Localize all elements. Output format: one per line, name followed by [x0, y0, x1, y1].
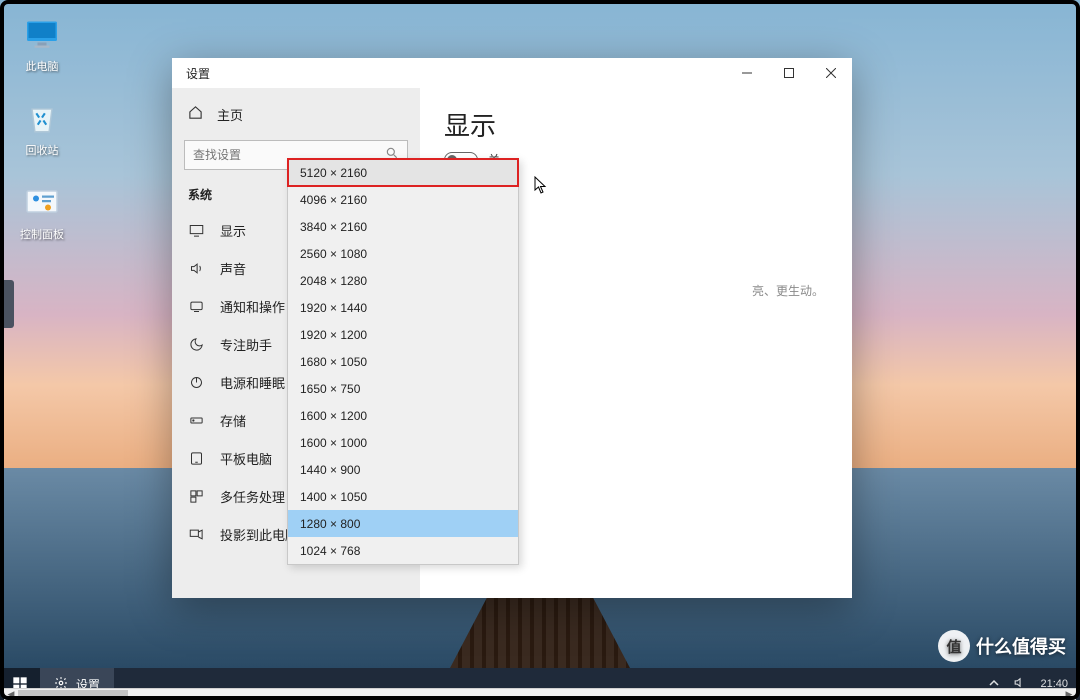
resolution-option[interactable]: 1440 × 900 [288, 456, 518, 483]
sound-icon [188, 261, 204, 276]
resolution-option[interactable]: 1680 × 1050 [288, 348, 518, 375]
page-heading: 显示 [444, 106, 828, 143]
sidebar-item-label: 专注助手 [220, 335, 272, 354]
project-icon [188, 527, 204, 542]
desktop-icon-label: 控制面板 [20, 226, 64, 242]
window-title: 设置 [172, 65, 210, 82]
display-icon [188, 223, 204, 238]
watermark: 值 什么值得买 [938, 630, 1066, 662]
desktop-icon-label: 此电脑 [26, 58, 59, 74]
home-link[interactable]: 主页 [172, 94, 420, 134]
home-label: 主页 [217, 105, 243, 124]
resolution-option[interactable]: 1400 × 1050 [288, 483, 518, 510]
resolution-option[interactable]: 1920 × 1440 [288, 294, 518, 321]
watermark-text: 什么值得买 [976, 633, 1066, 659]
desktop-icon-label: 回收站 [26, 142, 59, 158]
resolution-option[interactable]: 2560 × 1080 [288, 240, 518, 267]
scroll-right-arrow[interactable]: ▶ [1062, 689, 1076, 700]
side-tab-grip[interactable] [0, 280, 14, 328]
desktop-icon-this-pc[interactable]: 此电脑 [10, 10, 74, 80]
window-titlebar[interactable]: 设置 [172, 58, 852, 88]
watermark-badge: 值 [938, 630, 970, 662]
monitor-icon [23, 16, 61, 54]
multitask-icon [188, 489, 204, 504]
resolution-option[interactable]: 1600 × 1000 [288, 429, 518, 456]
sidebar-item-label: 通知和操作 [220, 297, 285, 316]
resolution-option[interactable]: 1280 × 800 [288, 510, 518, 537]
recycle-bin-icon [23, 100, 61, 138]
resolution-option[interactable]: 2048 × 1280 [288, 267, 518, 294]
scrollbar-thumb[interactable] [18, 690, 128, 699]
sidebar-item-label: 存储 [220, 411, 246, 430]
resolution-option[interactable]: 1920 × 1200 [288, 321, 518, 348]
minimize-button[interactable] [726, 58, 768, 88]
storage-icon [188, 413, 204, 428]
home-icon [188, 105, 203, 123]
maximize-button[interactable] [768, 58, 810, 88]
window-buttons [726, 58, 852, 88]
sidebar-item-label: 电源和睡眠 [220, 373, 285, 392]
sidebar-item-label: 显示 [220, 221, 246, 240]
control-panel-icon [23, 184, 61, 222]
resolution-option[interactable]: 1024 × 768 [288, 537, 518, 564]
sidebar-item-label: 声音 [220, 259, 246, 278]
desktop-icon-control-panel[interactable]: 控制面板 [10, 178, 74, 248]
scroll-left-arrow[interactable]: ◀ [4, 689, 18, 700]
resolution-option[interactable]: 1650 × 750 [288, 375, 518, 402]
desktop-icons: 此电脑 回收站 控制面板 [10, 10, 80, 262]
close-button[interactable] [810, 58, 852, 88]
moon-icon [188, 337, 204, 352]
hint-text-fragment: 亮、更生动。 [752, 282, 824, 299]
sidebar-item-label: 多任务处理 [220, 487, 285, 506]
tablet-icon [188, 451, 204, 466]
horizontal-scrollbar[interactable]: ◀ ▶ [4, 688, 1076, 700]
resolution-option[interactable]: 1600 × 1200 [288, 402, 518, 429]
sidebar-item-label: 平板电脑 [220, 449, 272, 468]
notifications-icon [188, 299, 204, 314]
resolution-dropdown[interactable]: 5120 × 21604096 × 21603840 × 21602560 × … [287, 158, 519, 565]
resolution-option[interactable]: 5120 × 2160 [288, 159, 518, 186]
desktop-icon-recycle-bin[interactable]: 回收站 [10, 94, 74, 164]
power-icon [188, 375, 204, 390]
resolution-option[interactable]: 3840 × 2160 [288, 213, 518, 240]
resolution-option[interactable]: 4096 × 2160 [288, 186, 518, 213]
